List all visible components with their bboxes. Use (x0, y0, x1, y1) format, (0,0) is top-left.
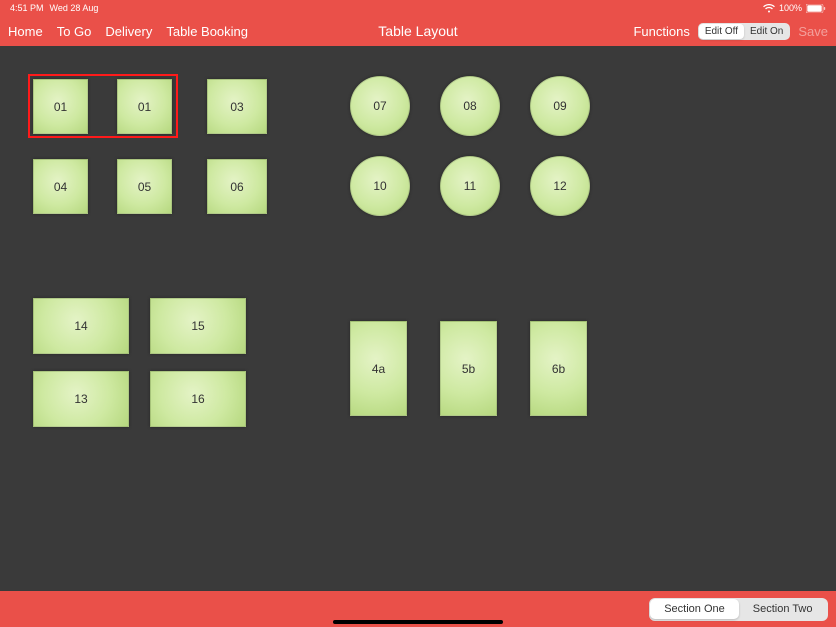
table-label: 01 (138, 100, 151, 114)
nav-home[interactable]: Home (8, 24, 43, 39)
table-07[interactable]: 07 (350, 76, 410, 136)
table-13[interactable]: 13 (33, 371, 129, 427)
nav-table-booking[interactable]: Table Booking (166, 24, 248, 39)
table-04[interactable]: 04 (33, 159, 88, 214)
table-5b[interactable]: 5b (440, 321, 497, 416)
table-16[interactable]: 16 (150, 371, 246, 427)
wifi-icon (763, 4, 775, 13)
edit-toggle[interactable]: Edit Off Edit On (698, 23, 791, 40)
table-11[interactable]: 11 (440, 156, 500, 216)
edit-off[interactable]: Edit Off (699, 24, 744, 39)
nav-bar: Home To Go Delivery Table Booking Table … (0, 16, 836, 46)
table-label: 16 (191, 392, 204, 406)
table-6b[interactable]: 6b (530, 321, 587, 416)
table-01-dup[interactable]: 01 (117, 79, 172, 134)
table-15[interactable]: 15 (150, 298, 246, 354)
battery-percent: 100% (779, 3, 802, 13)
edit-on[interactable]: Edit On (744, 24, 789, 39)
table-label: 14 (74, 319, 87, 333)
table-label: 11 (464, 179, 476, 193)
section-toggle[interactable]: Section One Section Two (649, 598, 828, 621)
table-label: 05 (138, 180, 151, 194)
table-label: 01 (54, 100, 67, 114)
table-label: 5b (462, 362, 475, 376)
table-06[interactable]: 06 (207, 159, 267, 214)
table-label: 12 (553, 179, 566, 193)
section-one[interactable]: Section One (650, 599, 739, 619)
table-label: 15 (191, 319, 204, 333)
nav-delivery[interactable]: Delivery (105, 24, 152, 39)
table-12[interactable]: 12 (530, 156, 590, 216)
table-label: 07 (373, 99, 386, 113)
functions-button[interactable]: Functions (633, 24, 689, 39)
table-label: 4a (372, 362, 385, 376)
table-05[interactable]: 05 (117, 159, 172, 214)
table-canvas[interactable]: 01 01 03 04 05 06 07 08 09 10 11 12 14 1… (0, 46, 836, 591)
table-label: 6b (552, 362, 565, 376)
battery-icon (806, 4, 826, 13)
table-label: 03 (230, 100, 243, 114)
status-date: Wed 28 Aug (50, 3, 99, 13)
table-label: 13 (74, 392, 87, 406)
save-button[interactable]: Save (798, 24, 828, 39)
status-bar: 4:51 PM Wed 28 Aug 100% (0, 0, 836, 16)
table-4a[interactable]: 4a (350, 321, 407, 416)
table-09[interactable]: 09 (530, 76, 590, 136)
page-title: Table Layout (378, 23, 457, 39)
table-01[interactable]: 01 (33, 79, 88, 134)
table-label: 06 (230, 180, 243, 194)
home-indicator (333, 620, 503, 624)
nav-togo[interactable]: To Go (57, 24, 92, 39)
table-03[interactable]: 03 (207, 79, 267, 134)
table-10[interactable]: 10 (350, 156, 410, 216)
table-label: 08 (463, 99, 476, 113)
status-time: 4:51 PM (10, 3, 44, 13)
table-label: 04 (54, 180, 67, 194)
table-08[interactable]: 08 (440, 76, 500, 136)
table-label: 09 (553, 99, 566, 113)
table-label: 10 (373, 179, 386, 193)
section-two[interactable]: Section Two (739, 599, 827, 619)
table-14[interactable]: 14 (33, 298, 129, 354)
